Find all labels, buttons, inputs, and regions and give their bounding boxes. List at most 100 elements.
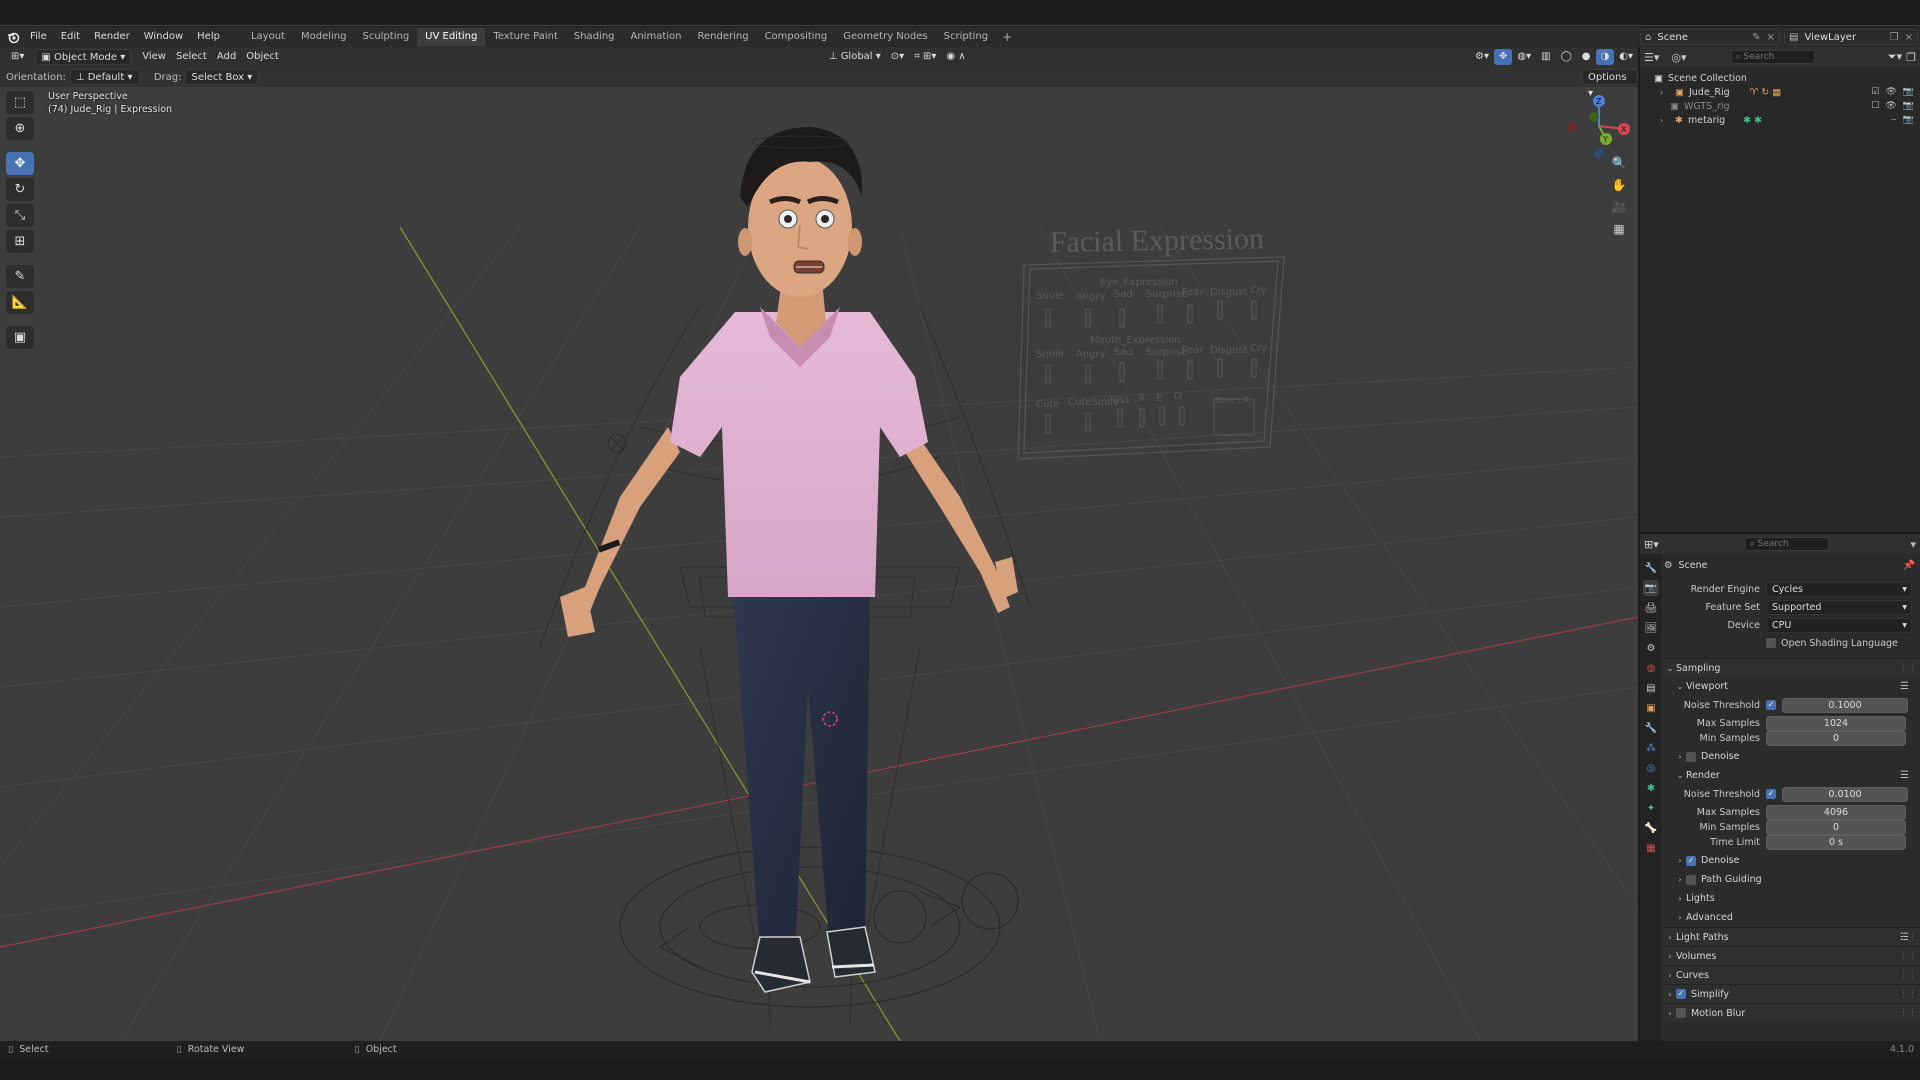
- orientation-dropdown[interactable]: ⊥ Default ▾: [69, 69, 140, 85]
- proportional-edit-icon[interactable]: ◉ ∧: [941, 49, 970, 65]
- modifier-tab-icon[interactable]: 🔧: [1643, 720, 1659, 736]
- camera-icon[interactable]: 📷: [1903, 115, 1914, 125]
- lights-subpanel[interactable]: › Lights: [1664, 889, 1920, 908]
- view-layer-tab-icon[interactable]: 🖼: [1643, 620, 1659, 636]
- menu-view[interactable]: View: [137, 49, 171, 65]
- scene-selector[interactable]: ⌂ Scene ✎ ×: [1640, 29, 1780, 45]
- close-icon[interactable]: ×: [1767, 32, 1775, 43]
- osl-checkbox[interactable]: [1766, 638, 1776, 648]
- menu-edit[interactable]: Edit: [54, 27, 87, 47]
- drag-handle-icon[interactable]: ⋮⋮: [1899, 989, 1917, 999]
- camera-view-icon[interactable]: 🎥: [1608, 197, 1630, 217]
- hidden-eye-icon[interactable]: ⌣: [1891, 115, 1897, 125]
- menu-object[interactable]: Object: [241, 49, 284, 65]
- camera-icon[interactable]: 📷: [1903, 101, 1914, 111]
- tab-texture-paint[interactable]: Texture Paint: [485, 28, 566, 46]
- path-guiding-checkbox[interactable]: [1686, 874, 1696, 885]
- editor-type-icon[interactable]: ⊞▾: [6, 49, 29, 65]
- advanced-subpanel[interactable]: › Advanced: [1664, 908, 1920, 927]
- properties-editor-icon[interactable]: ⊞▾: [1644, 538, 1659, 551]
- tab-modeling[interactable]: Modeling: [293, 28, 355, 46]
- tab-animation[interactable]: Animation: [623, 28, 690, 46]
- object-tab-icon[interactable]: ▣: [1643, 700, 1659, 716]
- volumes-panel[interactable]: › Volumes ⋮⋮: [1664, 946, 1920, 965]
- filter-icon[interactable]: ⏷▾: [1888, 50, 1902, 64]
- navigation-gizmo[interactable]: Z X Y: [1564, 91, 1634, 161]
- transform-tool-icon[interactable]: ⊞: [6, 230, 34, 253]
- overlay-toggle-icon[interactable]: ◍▾: [1512, 49, 1536, 65]
- tab-scripting[interactable]: Scripting: [936, 28, 996, 46]
- checkbox-icon[interactable]: ☐: [1871, 101, 1879, 111]
- measure-tool-icon[interactable]: 📐: [6, 291, 34, 314]
- shading-material-icon[interactable]: ◑: [1595, 49, 1615, 65]
- options-dropdown[interactable]: Options ▾: [1582, 69, 1638, 99]
- pivot-point-icon[interactable]: ⊙▾: [886, 49, 909, 65]
- r-time-limit-field[interactable]: 0 s: [1766, 834, 1906, 850]
- select-box-tool-icon[interactable]: ⬚: [6, 91, 34, 114]
- bone-tab-icon[interactable]: 🦴: [1643, 820, 1659, 836]
- add-workspace-button[interactable]: +: [996, 30, 1018, 44]
- tab-rendering[interactable]: Rendering: [689, 28, 756, 46]
- visibility-icon[interactable]: ⚙▾: [1470, 49, 1494, 65]
- mode-selector[interactable]: ▣ Object Mode ▾: [35, 49, 132, 65]
- path-guiding-subpanel[interactable]: › Path Guiding: [1664, 870, 1920, 889]
- outliner-search-input[interactable]: ⌕ Search: [1730, 50, 1815, 64]
- outliner-item-wgts-rig[interactable]: ▣ WGTS_rig ☐ 👁 📷: [1640, 99, 1920, 113]
- cursor-tool-icon[interactable]: ⊕: [6, 117, 34, 140]
- eye-icon[interactable]: 👁: [1885, 101, 1896, 111]
- motion-blur-checkbox[interactable]: [1676, 1008, 1686, 1018]
- add-cube-tool-icon[interactable]: ▣: [6, 326, 34, 349]
- tab-layout[interactable]: Layout: [243, 28, 293, 46]
- rotate-tool-icon[interactable]: ↻: [6, 178, 34, 201]
- physics-tab-icon[interactable]: ◎: [1643, 760, 1659, 776]
- tab-compositing[interactable]: Compositing: [757, 28, 836, 46]
- menu-select[interactable]: Select: [171, 49, 212, 65]
- shading-wireframe-icon[interactable]: ◯: [1556, 49, 1577, 65]
- r-noise-threshold-field[interactable]: 0.0100: [1782, 786, 1908, 802]
- outliner-editor-icon[interactable]: ☰▾: [1644, 51, 1659, 64]
- outliner-root[interactable]: ▣ Scene Collection: [1640, 71, 1920, 85]
- outliner-item-metarig[interactable]: › ✱ metarig ✱ ✱ ⌣ 📷: [1640, 113, 1920, 127]
- pan-hand-icon[interactable]: ✋: [1608, 175, 1630, 195]
- collection-tab-icon[interactable]: ▤: [1643, 680, 1659, 696]
- camera-icon[interactable]: 📷: [1903, 87, 1914, 97]
- device-dropdown[interactable]: CPU ▾: [1766, 617, 1912, 633]
- sampling-panel-header[interactable]: ⌄ Sampling ⋮⋮: [1664, 658, 1920, 677]
- simplify-checkbox[interactable]: ✓: [1676, 989, 1686, 999]
- vp-denoise-subpanel[interactable]: › Denoise: [1664, 747, 1920, 766]
- eye-icon[interactable]: 👁: [1885, 87, 1896, 97]
- perspective-toggle-icon[interactable]: ▦: [1608, 219, 1630, 239]
- chevron-down-icon[interactable]: ▾: [1910, 538, 1916, 551]
- menu-file[interactable]: File: [23, 27, 54, 47]
- zoom-icon[interactable]: 🔍: [1608, 153, 1630, 173]
- curves-panel[interactable]: › Curves ⋮⋮: [1664, 965, 1920, 984]
- r-noise-threshold-checkbox[interactable]: ✓: [1766, 789, 1776, 799]
- output-tab-icon[interactable]: 🖨: [1643, 600, 1659, 616]
- tab-uv-editing[interactable]: UV Editing: [417, 28, 486, 46]
- tab-shading[interactable]: Shading: [566, 28, 623, 46]
- snap-icon[interactable]: ⌗ ⊞▾: [909, 49, 941, 65]
- display-mode-icon[interactable]: ◎▾: [1671, 51, 1686, 64]
- drag-handle-icon[interactable]: ⋮⋮: [1899, 951, 1917, 961]
- new-collection-icon[interactable]: ❐: [1906, 51, 1916, 64]
- scene-tab-icon[interactable]: ⚙: [1643, 640, 1659, 656]
- vp-noise-threshold-field[interactable]: 0.1000: [1782, 697, 1908, 713]
- world-tab-icon[interactable]: ◍: [1643, 660, 1659, 676]
- render-tab-icon[interactable]: 📷: [1643, 580, 1659, 596]
- drag-handle-icon[interactable]: ⋮⋮: [1899, 1008, 1917, 1018]
- particles-tab-icon[interactable]: ⁂: [1643, 740, 1659, 756]
- texture-tab-icon[interactable]: ▦: [1643, 840, 1659, 856]
- vp-noise-threshold-checkbox[interactable]: ✓: [1766, 700, 1776, 710]
- close-icon[interactable]: ×: [1905, 32, 1913, 43]
- presets-list-icon[interactable]: ☰: [1900, 770, 1909, 781]
- menu-add[interactable]: Add: [212, 49, 241, 65]
- 3d-viewport[interactable]: ⊞▾ ▣ Object Mode ▾ View Select Add Objec…: [0, 47, 1638, 1041]
- vp-denoise-checkbox[interactable]: [1686, 751, 1696, 762]
- feature-set-dropdown[interactable]: Supported ▾: [1766, 599, 1912, 615]
- motion-blur-panel[interactable]: › Motion Blur ⋮⋮: [1664, 1003, 1920, 1022]
- simplify-panel[interactable]: › ✓ Simplify ⋮⋮: [1664, 984, 1920, 1003]
- menu-help[interactable]: Help: [190, 27, 227, 47]
- scale-tool-icon[interactable]: ⤡: [6, 204, 34, 227]
- data-tab-icon[interactable]: ✦: [1643, 800, 1659, 816]
- vp-min-samples-field[interactable]: 0: [1766, 730, 1906, 746]
